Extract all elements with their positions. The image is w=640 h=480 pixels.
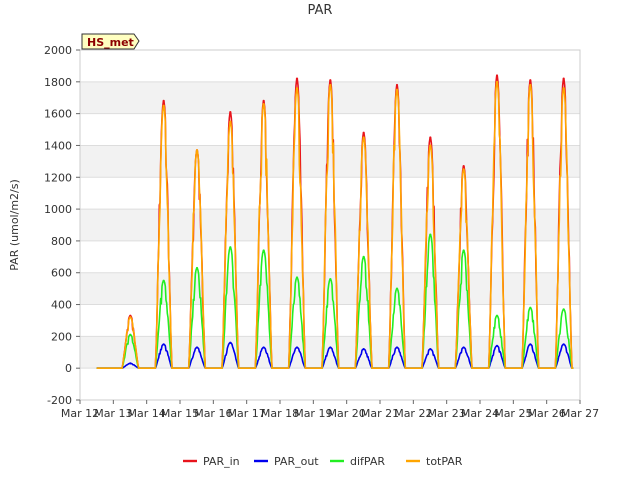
y-tick-label: 800 <box>51 235 72 248</box>
data-point <box>162 279 165 282</box>
data-point <box>262 249 265 252</box>
data-point <box>362 136 365 139</box>
data-point <box>529 306 532 309</box>
data-point <box>395 346 399 349</box>
data-point <box>562 308 565 311</box>
legend-label: difPAR <box>350 455 385 468</box>
y-tick-label: 1600 <box>44 108 72 121</box>
data-point <box>295 346 299 349</box>
data-point <box>129 362 132 365</box>
legend-label: totPAR <box>426 455 463 468</box>
data-point <box>462 249 465 252</box>
y-tick-label: 1200 <box>44 171 72 184</box>
data-point <box>429 136 432 139</box>
data-point <box>429 347 432 351</box>
data-point <box>262 99 265 103</box>
data-point <box>195 266 199 270</box>
data-point <box>495 74 499 77</box>
data-point <box>129 333 132 336</box>
data-point <box>529 79 532 82</box>
x-tick-label: Mar 27 <box>561 407 599 420</box>
data-point <box>562 77 565 80</box>
data-point <box>529 343 532 346</box>
data-point <box>329 79 332 82</box>
y-tick-label: -200 <box>47 394 72 407</box>
data-point <box>229 110 232 114</box>
data-point <box>395 83 399 87</box>
data-point <box>462 165 465 168</box>
data-point <box>495 80 499 83</box>
y-tick-label: 1400 <box>44 139 72 152</box>
y-tick-label: 0 <box>65 362 72 375</box>
data-point <box>562 87 565 90</box>
y-tick-label: 1000 <box>44 203 72 216</box>
data-point <box>429 233 432 236</box>
data-point <box>129 316 132 319</box>
y-tick-label: 1800 <box>44 76 72 89</box>
data-point <box>262 346 265 349</box>
data-point <box>329 83 332 87</box>
data-point <box>362 347 365 351</box>
data-point <box>162 104 165 107</box>
y-tick-label: 2000 <box>44 44 72 57</box>
grid-band <box>80 209 580 241</box>
data-point <box>495 314 499 317</box>
data-point <box>262 102 265 106</box>
y-tick-label: 400 <box>51 299 72 312</box>
data-point <box>395 88 399 91</box>
x-axis-ticks: Mar 12Mar 13Mar 14Mar 15Mar 16Mar 17Mar … <box>61 400 599 420</box>
data-point <box>229 120 232 123</box>
grid-bands <box>80 81 580 369</box>
grid-band <box>80 272 580 305</box>
data-point <box>429 144 432 147</box>
data-point <box>395 287 399 290</box>
data-point <box>495 344 499 348</box>
data-point <box>295 276 299 279</box>
par-chart: PAR -200 0 200 400 600 800 1000 1200 1400 1600 180… <box>8 3 599 468</box>
data-point <box>162 343 165 346</box>
y-tick-label: 600 <box>51 267 72 280</box>
y-axis-label: PAR (umol/m2/s) <box>8 179 21 271</box>
chart-title: PAR <box>308 3 333 18</box>
series-lines <box>96 74 574 369</box>
y-axis-ticks: -200 0 200 400 600 800 1000 1200 1400 1600 1800 200… <box>44 44 80 407</box>
data-point <box>529 83 532 87</box>
legend: PAR_in PAR_out difPAR totPAR <box>183 455 463 468</box>
y-tick-label: 200 <box>51 330 72 343</box>
data-point <box>295 77 299 80</box>
badge-label: HS_met <box>87 36 134 49</box>
data-point <box>362 255 365 258</box>
data-point <box>462 346 465 349</box>
badge: HS_met <box>81 33 140 50</box>
data-point <box>329 277 332 281</box>
data-point <box>562 343 565 346</box>
data-point <box>229 246 232 249</box>
data-point <box>295 87 299 90</box>
data-point <box>229 341 232 344</box>
data-point <box>329 346 332 349</box>
data-point <box>362 131 365 134</box>
grid-band <box>80 145 580 178</box>
data-point <box>195 149 199 152</box>
data-point <box>462 168 465 171</box>
data-point <box>162 99 165 103</box>
legend-label: PAR_out <box>274 455 319 468</box>
legend-label: PAR_in <box>203 455 240 468</box>
data-point <box>195 346 199 349</box>
